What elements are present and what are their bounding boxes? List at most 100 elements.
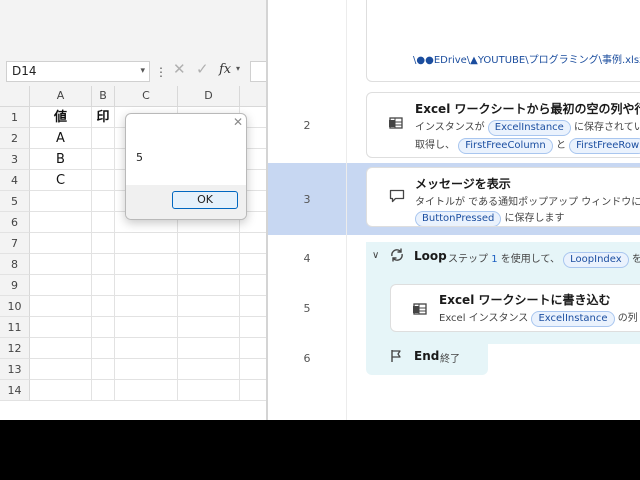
cell-e14[interactable] <box>240 380 266 401</box>
cell-e13[interactable] <box>240 359 266 380</box>
cell-b7[interactable] <box>92 233 115 254</box>
cell-a10[interactable] <box>30 296 92 317</box>
cell-e11[interactable] <box>240 317 266 338</box>
row-header-11[interactable]: 11 <box>0 317 30 338</box>
row-header-10[interactable]: 10 <box>0 296 30 317</box>
column-header-d[interactable]: D <box>178 86 240 107</box>
flow-step-3[interactable]: メッセージを表示 タイトルが である通知ポップアップ ウィンドウにメッセー Bu… <box>366 167 640 227</box>
insert-function-button[interactable]: fx <box>219 62 231 77</box>
cell-e8[interactable] <box>240 254 266 275</box>
variable-chip[interactable]: FirstFreeColumn <box>458 138 553 154</box>
row-header-2[interactable]: 2 <box>0 128 30 149</box>
chevron-down-icon[interactable]: ▾ <box>140 62 145 81</box>
checkmark-icon[interactable]: ✓ <box>196 60 209 78</box>
cell-b12[interactable] <box>92 338 115 359</box>
column-header-a[interactable]: A <box>30 86 92 107</box>
cell-d11[interactable] <box>178 317 240 338</box>
cell-a6[interactable] <box>30 212 92 233</box>
cell-c8[interactable] <box>115 254 178 275</box>
row-header-13[interactable]: 13 <box>0 359 30 380</box>
cell-a5[interactable] <box>30 191 92 212</box>
chevron-down-icon[interactable]: ▾ <box>236 64 240 73</box>
cell-d13[interactable] <box>178 359 240 380</box>
flow-step-1[interactable]: \●●EDrive\▲YOUTUBE\プログラミング\事例.xlsx' を <box>366 0 640 82</box>
column-header-e[interactable] <box>240 86 266 107</box>
variable-chip[interactable]: FirstFreeRow <box>569 138 640 154</box>
cell-a14[interactable] <box>30 380 92 401</box>
cell-c9[interactable] <box>115 275 178 296</box>
more-icon[interactable]: ⋮ <box>155 62 167 82</box>
cell-e10[interactable] <box>240 296 266 317</box>
cell-b1[interactable]: 印 <box>92 107 115 128</box>
ok-button[interactable]: OK <box>172 191 238 209</box>
cell-b9[interactable] <box>92 275 115 296</box>
row-header-1[interactable]: 1 <box>0 107 30 128</box>
cell-a7[interactable] <box>30 233 92 254</box>
row-header-9[interactable]: 9 <box>0 275 30 296</box>
row-header-4[interactable]: 4 <box>0 170 30 191</box>
variable-chip[interactable]: LoopIndex <box>563 252 629 268</box>
variable-chip[interactable]: ExcelInstance <box>531 311 615 327</box>
cell-b3[interactable] <box>92 149 115 170</box>
cell-b10[interactable] <box>92 296 115 317</box>
step-3-description: タイトルが である通知ポップアップ ウィンドウにメッセー <box>415 197 640 208</box>
cell-b13[interactable] <box>92 359 115 380</box>
select-all-corner[interactable] <box>0 86 30 107</box>
cell-c11[interactable] <box>115 317 178 338</box>
step-2-title: Excel ワークシートから最初の空の列や行を取 <box>415 102 640 116</box>
cell-a4[interactable]: C <box>30 170 92 191</box>
cell-c14[interactable] <box>115 380 178 401</box>
cell-c13[interactable] <box>115 359 178 380</box>
cell-c7[interactable] <box>115 233 178 254</box>
close-icon[interactable]: ✕ <box>233 115 243 129</box>
cell-d7[interactable] <box>178 233 240 254</box>
cell-b11[interactable] <box>92 317 115 338</box>
flow-step-2[interactable]: Excel ワークシートから最初の空の列や行を取 インスタンスが ExcelIn… <box>366 92 640 158</box>
row-header-3[interactable]: 3 <box>0 149 30 170</box>
cell-b14[interactable] <box>92 380 115 401</box>
step-value: 1 <box>491 254 498 265</box>
row-header-7[interactable]: 7 <box>0 233 30 254</box>
cell-a8[interactable] <box>30 254 92 275</box>
cell-a2[interactable]: A <box>30 128 92 149</box>
cell-d10[interactable] <box>178 296 240 317</box>
cell-c10[interactable] <box>115 296 178 317</box>
cell-a9[interactable] <box>30 275 92 296</box>
cell-a1[interactable]: 値 <box>30 107 92 128</box>
cell-e7[interactable] <box>240 233 266 254</box>
row-header-14[interactable]: 14 <box>0 380 30 401</box>
chevron-down-icon[interactable]: ∨ <box>372 250 379 261</box>
row-header-12[interactable]: 12 <box>0 338 30 359</box>
column-header-b[interactable]: B <box>92 86 115 107</box>
column-header-c[interactable]: C <box>115 86 178 107</box>
cell-b6[interactable] <box>92 212 115 233</box>
cell-a11[interactable] <box>30 317 92 338</box>
variable-chip[interactable]: ExcelInstance <box>487 120 571 136</box>
cell-b2[interactable] <box>92 128 115 149</box>
cell-d8[interactable] <box>178 254 240 275</box>
flow-step-5[interactable]: Excel ワークシートに書き込む Excel インスタンス ExcelInst… <box>390 284 640 332</box>
cell-c12[interactable] <box>115 338 178 359</box>
cell-b4[interactable] <box>92 170 115 191</box>
variable-chip[interactable]: ButtonPressed <box>415 211 502 226</box>
message-text: 5 <box>136 151 143 164</box>
message-icon <box>389 188 405 207</box>
name-box[interactable]: D14 ▾ <box>6 61 150 82</box>
cell-a13[interactable] <box>30 359 92 380</box>
cell-b8[interactable] <box>92 254 115 275</box>
row-header-5[interactable]: 5 <box>0 191 30 212</box>
cell-d12[interactable] <box>178 338 240 359</box>
cell-d14[interactable] <box>178 380 240 401</box>
cell-e12[interactable] <box>240 338 266 359</box>
desc-text: 取得し、 <box>415 140 455 151</box>
cell-e9[interactable] <box>240 275 266 296</box>
cell-a12[interactable] <box>30 338 92 359</box>
close-icon[interactable]: ✕ <box>173 60 186 78</box>
formula-bar-input[interactable] <box>250 61 266 82</box>
cell-d9[interactable] <box>178 275 240 296</box>
row-header-8[interactable]: 8 <box>0 254 30 275</box>
row-header-6[interactable]: 6 <box>0 212 30 233</box>
cell-b5[interactable] <box>92 191 115 212</box>
cell-a3[interactable]: B <box>30 149 92 170</box>
desc-text: と <box>555 140 566 151</box>
